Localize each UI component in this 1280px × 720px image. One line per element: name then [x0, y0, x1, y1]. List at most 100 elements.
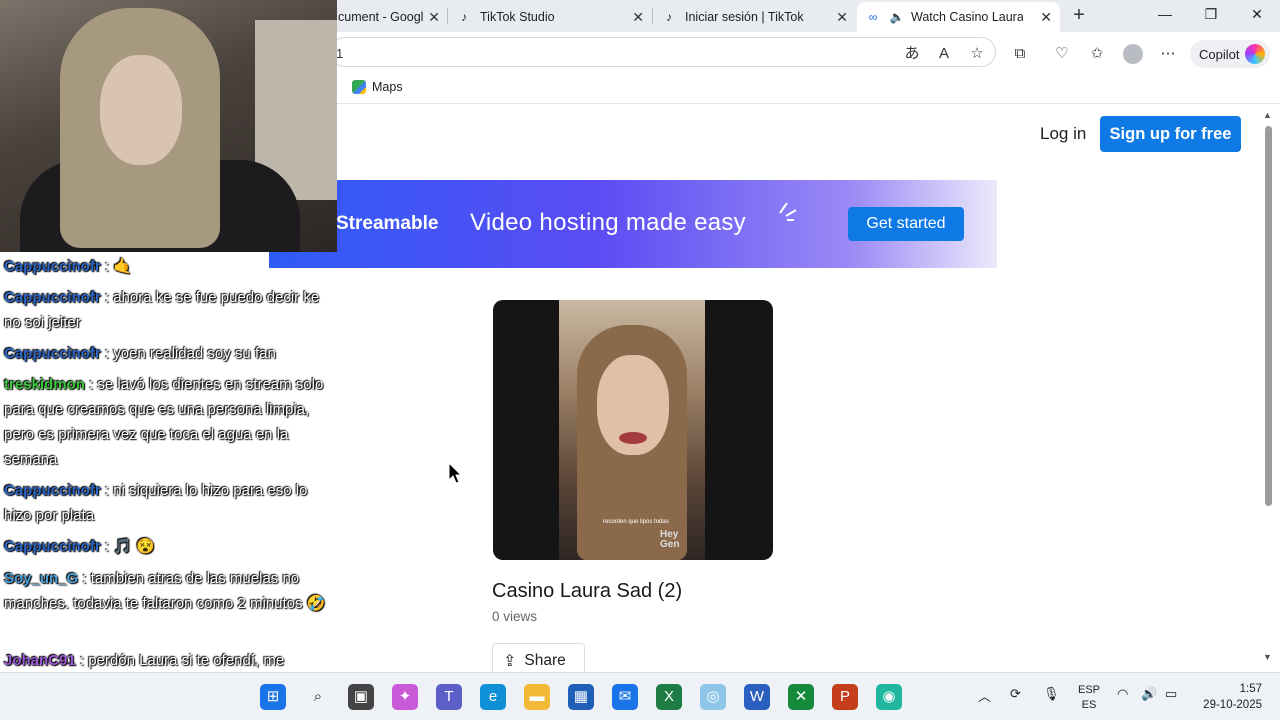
extensions-icon[interactable]: ⧉ [1010, 44, 1030, 64]
copilot-app-icon[interactable]: ✦ [392, 684, 418, 710]
banner-brand: Streamable [336, 213, 439, 234]
chat-username: Soy_un_G [4, 570, 79, 587]
clock[interactable]: 1:57 29-10-2025 [1200, 681, 1262, 713]
word-icon[interactable]: W [744, 684, 770, 710]
powerpoint-icon[interactable]: P [832, 684, 858, 710]
tiktok-icon: ♪ [461, 10, 467, 24]
sync-icon[interactable]: ⟳ [1010, 686, 1021, 702]
restore-button[interactable]: ❐ [1196, 6, 1226, 23]
microphone-icon[interactable]: 🎙 [1043, 686, 1060, 702]
chat-message: Cappuccinofr : yoen realidad soy su fan [4, 341, 326, 366]
teams-icon[interactable]: T [436, 684, 462, 710]
read-aloud-icon[interactable]: A [934, 44, 954, 64]
task-view-icon[interactable]: ▣ [348, 684, 374, 710]
chat-username: Cappuccinofr [4, 538, 101, 555]
chat-message: treskidmon : se lavó los dientes en stre… [4, 372, 326, 472]
store-icon[interactable]: ▦ [568, 684, 594, 710]
chat-username: Cappuccinofr [4, 345, 101, 362]
edge-icon[interactable]: e [480, 684, 506, 710]
scroll-up-arrow[interactable]: ▲ [1263, 110, 1272, 120]
tray-overflow-icon[interactable]: ︿ [978, 686, 991, 705]
screen: cument - Googl ✕ ♪ TikTok Studio ✕ ♪ Ini… [0, 0, 1280, 720]
close-window-button[interactable]: ✕ [1242, 6, 1272, 23]
chat-username: Cappuccinofr [4, 482, 101, 499]
language-indicator[interactable]: ESP ES [1078, 683, 1100, 713]
volume-icon[interactable]: 🔊 [1141, 686, 1157, 702]
speaker-icon[interactable]: 🔈 [889, 9, 905, 25]
wifi-icon[interactable]: ◠ [1117, 686, 1128, 702]
tab-tiktok-studio[interactable]: ♪ TikTok Studio ✕ [448, 2, 652, 32]
start-icon[interactable]: ⊞ [260, 684, 286, 710]
favorites-icon[interactable]: ✩ [1087, 44, 1107, 64]
tab-google-docs[interactable]: cument - Googl ✕ [330, 2, 448, 32]
favorite-star-icon[interactable]: ☆ [967, 44, 987, 64]
login-link[interactable]: Log in [1040, 124, 1086, 144]
discord-icon[interactable]: ◉ [876, 684, 902, 710]
chat-message: Cappuccinofr : ahora ke se fue puedo dec… [4, 285, 326, 335]
tiktok-icon: ♪ [666, 10, 672, 24]
get-started-button[interactable]: Get started [848, 207, 964, 241]
chat-username: Cappuccinofr [4, 289, 101, 306]
copilot-button[interactable]: Copilot [1190, 40, 1270, 68]
chat-message: Cappuccinofr : ni siquiera lo hizo para … [4, 478, 326, 528]
new-tab-button[interactable]: + [1068, 3, 1090, 27]
clock-time: 1:57 [1239, 683, 1262, 695]
address-text: 1 [336, 46, 344, 61]
mouse-cursor-icon [448, 462, 462, 484]
search-icon[interactable]: ⌕ [305, 684, 331, 710]
share-icon: ⇪ [503, 653, 517, 670]
chat-message: Cappuccinofr : 🎵 😵 [4, 534, 326, 559]
address-bar[interactable] [330, 37, 996, 67]
copilot-icon [1245, 44, 1266, 64]
copilot-label: Copilot [1199, 46, 1240, 62]
language-top: ESP [1078, 684, 1101, 696]
scroll-down-arrow[interactable]: ▼ [1263, 652, 1272, 662]
chat-username: Cappuccinofr [4, 258, 101, 275]
webcam-person-face [100, 55, 182, 165]
mail-icon[interactable]: ✉ [612, 684, 638, 710]
chat-overlay: Cappuccinofr : 🤙 Cappuccinofr : ahora ke… [0, 252, 330, 720]
xbox-icon[interactable]: ✕ [788, 684, 814, 710]
file-explorer-icon[interactable]: ▬ [524, 684, 550, 710]
bookmark-maps[interactable]: Maps [352, 80, 403, 94]
browser-essentials-icon[interactable]: ♡ [1052, 44, 1072, 64]
chat-message: Soy_un_G : tambien atras de las muelas n… [4, 566, 326, 616]
tab-title: Iniciar sesión | TikTok [685, 10, 804, 24]
video-caption: recorden que lipos todas [603, 519, 669, 525]
excel-icon[interactable]: X [656, 684, 682, 710]
profile-avatar[interactable] [1123, 44, 1143, 64]
more-menu-icon[interactable]: ⋯ [1158, 44, 1178, 64]
video-views: 0 views [492, 609, 538, 624]
tab-title: Watch Casino Laura S [911, 10, 1023, 24]
streamable-icon: ∞ [868, 10, 878, 24]
close-icon[interactable]: ✕ [632, 9, 644, 26]
scrollbar-thumb[interactable] [1265, 126, 1272, 506]
close-icon[interactable]: ✕ [836, 9, 848, 26]
tab-title: cument - Googl [338, 10, 424, 24]
bookmark-label: Maps [372, 80, 403, 94]
chat-username: JohanC91 [4, 652, 76, 669]
tab-tiktok-login[interactable]: ♪ Iniciar sesión | TikTok ✕ [653, 2, 856, 32]
chat-text: : 🤙 [100, 258, 132, 275]
tab-streamable[interactable]: ∞ 🔈 Watch Casino Laura S ✕ [857, 2, 1060, 32]
minimize-button[interactable]: — [1150, 6, 1180, 22]
close-icon[interactable]: ✕ [1040, 9, 1052, 26]
maps-icon [352, 80, 366, 94]
translate-icon[interactable]: あ [902, 44, 922, 64]
app-icon[interactable]: ◎ [700, 684, 726, 710]
video-title: Casino Laura Sad (2) [492, 580, 683, 602]
close-icon[interactable]: ✕ [428, 9, 440, 26]
webcam-overlay [0, 0, 337, 252]
language-bottom: ES [1081, 699, 1097, 711]
video-person-lips [619, 432, 647, 444]
chat-message: Cappuccinofr : 🤙 [4, 254, 326, 279]
clock-date: 29-10-2025 [1203, 699, 1262, 711]
chat-text: : yoen realidad soy su fan [100, 345, 276, 362]
signup-button[interactable]: Sign up for free [1100, 116, 1241, 152]
sparkle-icon [779, 202, 797, 221]
banner-tagline: Video hosting made easy [470, 209, 746, 236]
chat-username: treskidmon [4, 376, 85, 393]
share-label: Share [524, 652, 566, 669]
battery-icon[interactable]: ▭ [1165, 686, 1177, 702]
video-watermark: Hey Gen [660, 529, 680, 550]
